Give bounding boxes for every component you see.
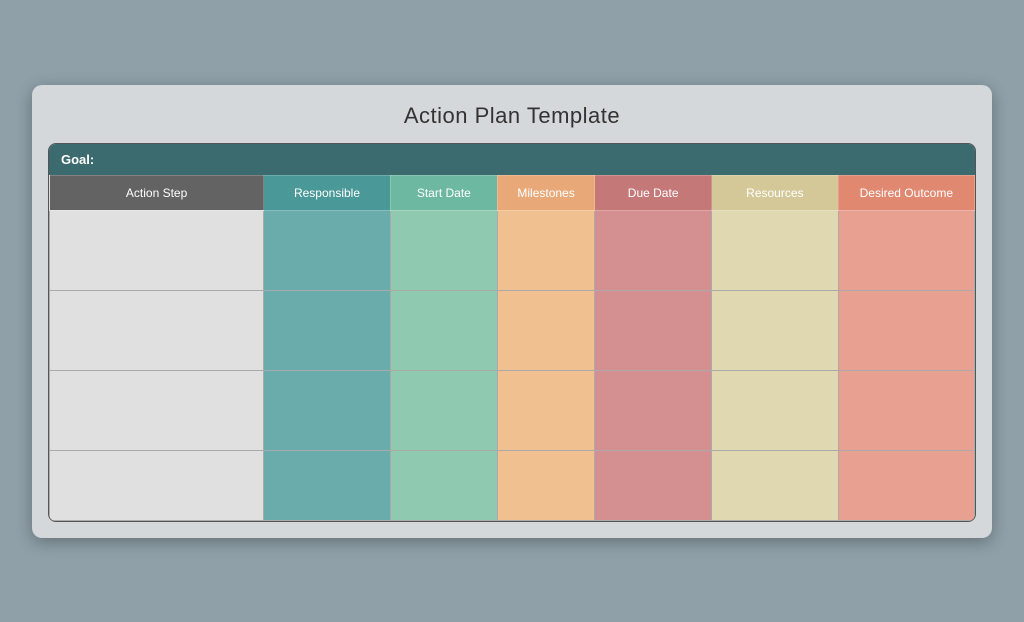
header-milestones: Milestones [497, 175, 594, 210]
goal-label: Goal: [61, 152, 94, 167]
header-resources: Resources [712, 175, 839, 210]
cell-resources-1[interactable] [712, 210, 839, 290]
cell-duedate-1[interactable] [595, 210, 712, 290]
cell-action-4[interactable] [50, 450, 264, 520]
cell-resources-3[interactable] [712, 370, 839, 450]
cell-duedate-3[interactable] [595, 370, 712, 450]
cell-action-2[interactable] [50, 290, 264, 370]
cell-responsible-4[interactable] [264, 450, 391, 520]
header-action-step: Action Step [50, 175, 264, 210]
header-responsible: Responsible [264, 175, 391, 210]
cell-desired-1[interactable] [838, 210, 974, 290]
table-row [50, 290, 975, 370]
cell-milestones-1[interactable] [497, 210, 594, 290]
header-start-date: Start Date [390, 175, 497, 210]
cell-milestones-3[interactable] [497, 370, 594, 450]
cell-desired-2[interactable] [838, 290, 974, 370]
cell-duedate-4[interactable] [595, 450, 712, 520]
cell-milestones-4[interactable] [497, 450, 594, 520]
table-body [50, 210, 975, 520]
cell-action-1[interactable] [50, 210, 264, 290]
cell-resources-2[interactable] [712, 290, 839, 370]
table-header: Action Step Responsible Start Date Miles… [50, 175, 975, 210]
cell-responsible-2[interactable] [264, 290, 391, 370]
cell-responsible-3[interactable] [264, 370, 391, 450]
cell-startdate-3[interactable] [390, 370, 497, 450]
cell-action-3[interactable] [50, 370, 264, 450]
action-plan-card: Action Plan Template Goal: Action Step R… [32, 85, 992, 538]
cell-startdate-4[interactable] [390, 450, 497, 520]
goal-row: Goal: [49, 144, 975, 175]
header-due-date: Due Date [595, 175, 712, 210]
cell-desired-3[interactable] [838, 370, 974, 450]
cell-desired-4[interactable] [838, 450, 974, 520]
header-desired-outcome: Desired Outcome [838, 175, 974, 210]
cell-responsible-1[interactable] [264, 210, 391, 290]
header-row: Action Step Responsible Start Date Miles… [50, 175, 975, 210]
cell-startdate-1[interactable] [390, 210, 497, 290]
action-table: Action Step Responsible Start Date Miles… [49, 175, 975, 521]
table-container: Goal: Action Step Responsible Start Date… [48, 143, 976, 522]
cell-duedate-2[interactable] [595, 290, 712, 370]
cell-resources-4[interactable] [712, 450, 839, 520]
table-row [50, 210, 975, 290]
table-row [50, 370, 975, 450]
cell-startdate-2[interactable] [390, 290, 497, 370]
cell-milestones-2[interactable] [497, 290, 594, 370]
table-row [50, 450, 975, 520]
page-title: Action Plan Template [32, 85, 992, 143]
